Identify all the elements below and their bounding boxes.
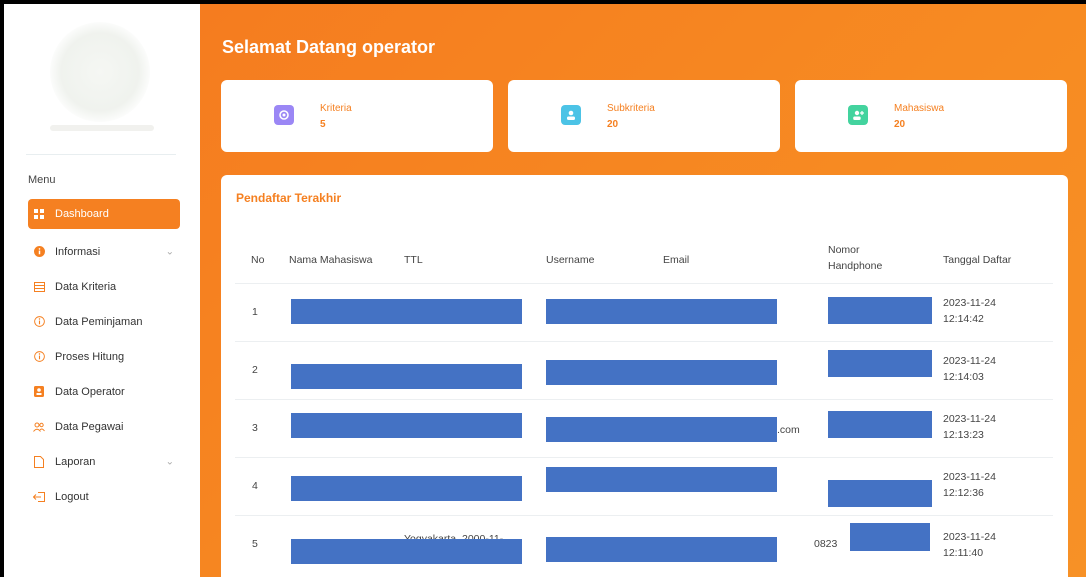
chevron-down-icon: ⌄ — [165, 456, 174, 467]
sidebar-item-logout[interactable]: Logout — [28, 479, 180, 514]
user-icon — [561, 105, 581, 125]
stat-card-kriteria[interactable]: Kriteria 5 — [221, 80, 493, 152]
recent-registrants-panel: Pendaftar Terakhir No Nama Mahasiswa TTL… — [221, 175, 1068, 577]
table-cell-time: 12:13:23 — [943, 429, 984, 441]
table-cell-email: .com — [777, 424, 800, 436]
stat-label: Kriteria — [320, 103, 352, 114]
redacted-block — [291, 476, 522, 501]
table-icon — [33, 281, 45, 293]
redacted-block — [828, 297, 932, 324]
stat-card-subkriteria[interactable]: Subkriteria 20 — [508, 80, 780, 152]
sidebar-item-label: Informasi — [55, 245, 101, 258]
table-cell-date: 2023-11-24 — [943, 297, 996, 309]
stat-label: Mahasiswa — [894, 103, 945, 114]
sidebar-item-laporan[interactable]: Laporan ⌄ — [28, 444, 180, 479]
redacted-block — [291, 539, 522, 564]
redacted-block — [546, 360, 777, 385]
sidebar-menu: Dashboard Informasi ⌄ Data Kriteria Data… — [28, 199, 180, 514]
logout-icon — [33, 491, 45, 503]
info-icon — [33, 246, 45, 258]
stat-value: 20 — [894, 119, 906, 130]
main-content: Selamat Datang operator Kriteria 5 Subkr… — [200, 4, 1086, 577]
table-cell-handphone: 0823 — [814, 538, 838, 550]
divider — [235, 283, 1053, 284]
table-cell-no: 4 — [252, 480, 258, 492]
stat-value: 5 — [320, 119, 326, 130]
table-cell-date: 2023-11-24 — [943, 471, 996, 483]
divider — [235, 457, 1053, 458]
file-icon — [33, 455, 45, 468]
column-header-ttl: TTL — [404, 254, 423, 266]
redacted-block — [291, 364, 522, 389]
sidebar: Menu Dashboard Informasi ⌄ Data Kriteria — [4, 4, 200, 577]
redacted-block — [546, 299, 777, 324]
stat-label: Subkriteria — [607, 103, 655, 114]
redacted-block — [828, 480, 932, 507]
table-cell-no: 3 — [252, 422, 258, 434]
sidebar-item-label: Data Kriteria — [55, 280, 117, 293]
sidebar-item-label: Laporan — [55, 455, 96, 468]
redacted-block — [850, 523, 930, 551]
table-cell-time: 12:14:03 — [943, 371, 984, 383]
table-cell-time: 12:11:40 — [943, 547, 984, 559]
column-header-email: Email — [663, 254, 690, 266]
table-cell-date: 2023-11-24 — [943, 531, 996, 543]
redacted-block — [828, 350, 932, 377]
id-card-icon — [33, 386, 45, 398]
menu-title: Menu — [28, 174, 56, 186]
stat-card-mahasiswa[interactable]: Mahasiswa 20 — [795, 80, 1067, 152]
table-cell-date: 2023-11-24 — [943, 413, 996, 425]
divider — [235, 341, 1053, 342]
sidebar-item-label: Data Peminjaman — [55, 315, 143, 328]
sidebar-item-label: Dashboard — [55, 208, 109, 220]
table-cell-no: 5 — [252, 538, 258, 550]
eye-icon — [274, 105, 294, 125]
redacted-block — [291, 299, 522, 324]
redacted-block — [546, 417, 777, 442]
user-plus-icon — [848, 105, 868, 125]
redacted-block — [546, 537, 777, 562]
stat-value: 20 — [607, 119, 619, 130]
redacted-block — [828, 411, 932, 438]
panel-title: Pendaftar Terakhir — [236, 191, 342, 205]
column-header-handphone: Nomor Handphone — [828, 242, 882, 274]
chevron-down-icon: ⌄ — [165, 246, 174, 257]
table-cell-no: 2 — [252, 364, 258, 376]
logo — [50, 22, 150, 122]
column-header-tanggal: Tanggal Daftar — [943, 254, 1012, 266]
divider — [235, 515, 1053, 516]
info-circle-icon — [33, 351, 45, 363]
info-circle-icon — [33, 316, 45, 328]
sidebar-item-data-kriteria[interactable]: Data Kriteria — [28, 269, 180, 304]
redacted-block — [546, 467, 777, 492]
table-cell-time: 12:14:42 — [943, 313, 984, 325]
sidebar-item-data-operator[interactable]: Data Operator — [28, 374, 180, 409]
sidebar-item-label: Data Operator — [55, 385, 125, 398]
users-icon — [33, 421, 45, 433]
page-title: Selamat Datang operator — [222, 37, 436, 57]
column-header-no: No — [251, 254, 265, 266]
column-header-username: Username — [546, 254, 595, 266]
table-cell-date: 2023-11-24 — [943, 355, 996, 367]
sidebar-divider — [26, 154, 176, 155]
sidebar-item-label: Data Pegawai — [55, 420, 124, 433]
app-window: Menu Dashboard Informasi ⌄ Data Kriteria — [4, 4, 1086, 577]
sidebar-item-dashboard[interactable]: Dashboard — [28, 199, 180, 229]
column-header-nama: Nama Mahasiswa — [289, 254, 373, 266]
table-cell-no: 1 — [252, 306, 258, 318]
redacted-block — [291, 413, 522, 438]
table-cell-time: 12:12:36 — [943, 487, 984, 499]
column-header-handphone-line1: Nomor — [828, 244, 860, 256]
sidebar-item-label: Proses Hitung — [55, 350, 125, 363]
sidebar-item-data-peminjaman[interactable]: Data Peminjaman — [28, 304, 180, 339]
divider — [235, 399, 1053, 400]
grid-icon — [33, 208, 45, 220]
logo-caption — [50, 125, 154, 131]
sidebar-item-informasi[interactable]: Informasi ⌄ — [28, 234, 180, 269]
sidebar-item-proses-hitung[interactable]: Proses Hitung — [28, 339, 180, 374]
sidebar-item-data-pegawai[interactable]: Data Pegawai — [28, 409, 180, 444]
sidebar-item-label: Logout — [55, 490, 89, 503]
column-header-handphone-line2: Handphone — [828, 260, 883, 272]
